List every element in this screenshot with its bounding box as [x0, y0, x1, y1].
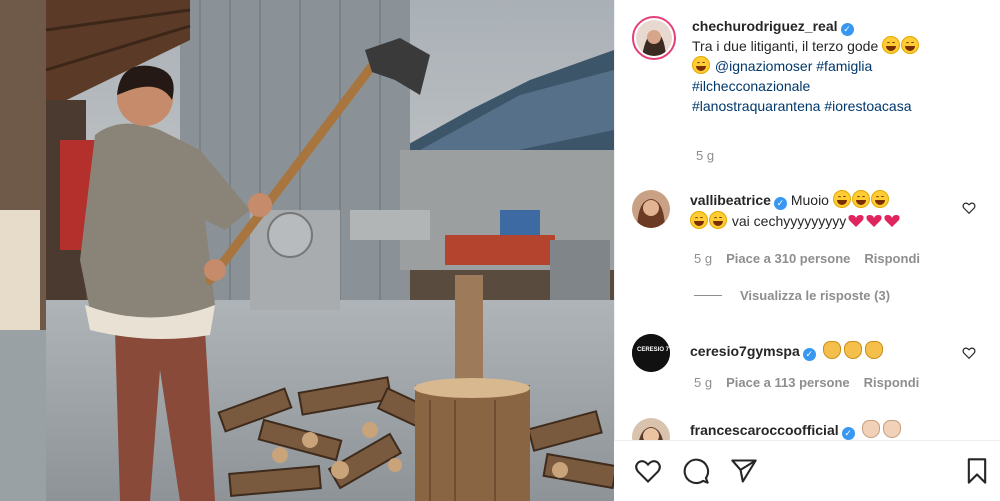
- ceresio-avatar-logo: CERESIO 7: [636, 347, 669, 353]
- mention-link[interactable]: @ignaziomoser: [715, 58, 812, 74]
- share-button[interactable]: [730, 457, 760, 487]
- comment-icon: [683, 458, 709, 484]
- reply-button[interactable]: Rispondi: [864, 375, 920, 390]
- post-photo[interactable]: [0, 0, 614, 501]
- comment-button[interactable]: [682, 457, 712, 487]
- laughing-emoji-icon: [692, 56, 710, 74]
- clapping-hands-emoji-icon: [864, 341, 883, 359]
- comment-like-heart-icon[interactable]: [962, 201, 976, 215]
- heart-icon: [635, 460, 661, 483]
- comment-meta: 5 g Piace a 310 persone Rispondi: [694, 251, 920, 266]
- hashtag-link[interactable]: #iorestoacasa: [824, 98, 911, 114]
- sparkling-heart-emoji-icon: [848, 215, 864, 227]
- comment-text: vai cechyyyyyyyyy: [731, 213, 847, 229]
- commenter-username[interactable]: ceresio7gymspa: [690, 343, 800, 359]
- author-avatar-image: [636, 20, 672, 56]
- author-username[interactable]: chechurodriguez_real: [692, 18, 838, 34]
- laughing-emoji-icon: [709, 211, 727, 229]
- post-caption: chechurodriguez_real ✓ Tra i due litigant…: [692, 16, 920, 116]
- laughing-emoji-icon: [882, 36, 901, 54]
- verified-badge-icon: ✓: [841, 427, 855, 440]
- laughing-emoji-icon: [851, 190, 870, 208]
- commenter-username[interactable]: francescaroccoofficial: [690, 422, 839, 438]
- hashtag-link[interactable]: #lanostraquarantena: [692, 98, 820, 114]
- comment-body: vallibeatrice ✓ Muoio vai cechyyyyyyyyy: [690, 190, 950, 232]
- comment-item: ceresio7gymspa ✓: [632, 334, 982, 372]
- post-image: [0, 0, 614, 501]
- comment-timestamp[interactable]: 5 g: [694, 375, 712, 390]
- comment-meta: 5 g Piace a 113 persone Rispondi: [694, 375, 919, 390]
- verified-badge-icon: ✓: [802, 348, 816, 361]
- post-timestamp[interactable]: 5 g: [696, 148, 714, 163]
- commenter-avatar-image: [632, 190, 670, 228]
- caption-text: Tra i due litiganti, il terzo gode: [692, 38, 879, 54]
- view-replies-label: Visualizza le risposte (3): [740, 288, 891, 303]
- reply-button[interactable]: Rispondi: [864, 251, 920, 266]
- clapping-hands-emoji-icon: [882, 420, 901, 438]
- commenter-username[interactable]: vallibeatrice: [690, 192, 771, 208]
- comment-timestamp[interactable]: 5 g: [694, 251, 712, 266]
- laughing-emoji-icon: [690, 211, 708, 229]
- comment-likes[interactable]: Piace a 113 persone: [726, 375, 850, 390]
- view-replies-button[interactable]: Visualizza le risposte (3): [694, 288, 890, 303]
- comment-like-heart-icon[interactable]: [962, 346, 976, 360]
- comment-item: vallibeatrice ✓ Muoio vai cechyyyyyyyyy: [632, 190, 982, 232]
- author-avatar[interactable]: [632, 16, 676, 60]
- hashtag-link[interactable]: #famiglia: [816, 58, 872, 74]
- sparkling-heart-emoji-icon: [884, 215, 900, 227]
- like-button[interactable]: [634, 457, 664, 487]
- verified-badge-icon: ✓: [773, 197, 787, 210]
- comment-body: ceresio7gymspa ✓: [690, 334, 950, 372]
- save-button[interactable]: [964, 457, 994, 487]
- post-caption-block: chechurodriguez_real ✓ Tra i due litigant…: [632, 16, 992, 116]
- hashtag-link[interactable]: #ilchecconazionale: [692, 78, 810, 94]
- laughing-emoji-icon: [901, 36, 920, 54]
- comment-likes[interactable]: Piace a 310 persone: [726, 251, 850, 266]
- clapping-hands-emoji-icon: [822, 341, 841, 359]
- commenter-avatar[interactable]: [632, 190, 670, 228]
- share-icon: [731, 459, 757, 483]
- replies-divider: [694, 295, 722, 296]
- clapping-hands-emoji-icon: [843, 341, 862, 359]
- laughing-emoji-icon: [870, 190, 889, 208]
- comment-text: Muoio: [790, 192, 829, 208]
- sparkling-heart-emoji-icon: [866, 215, 882, 227]
- post-actions-bar: [614, 440, 1000, 501]
- bookmark-icon: [967, 458, 987, 484]
- laughing-emoji-icon: [832, 190, 851, 208]
- verified-badge-icon: ✓: [840, 23, 854, 36]
- clapping-hands-emoji-icon: [861, 420, 880, 438]
